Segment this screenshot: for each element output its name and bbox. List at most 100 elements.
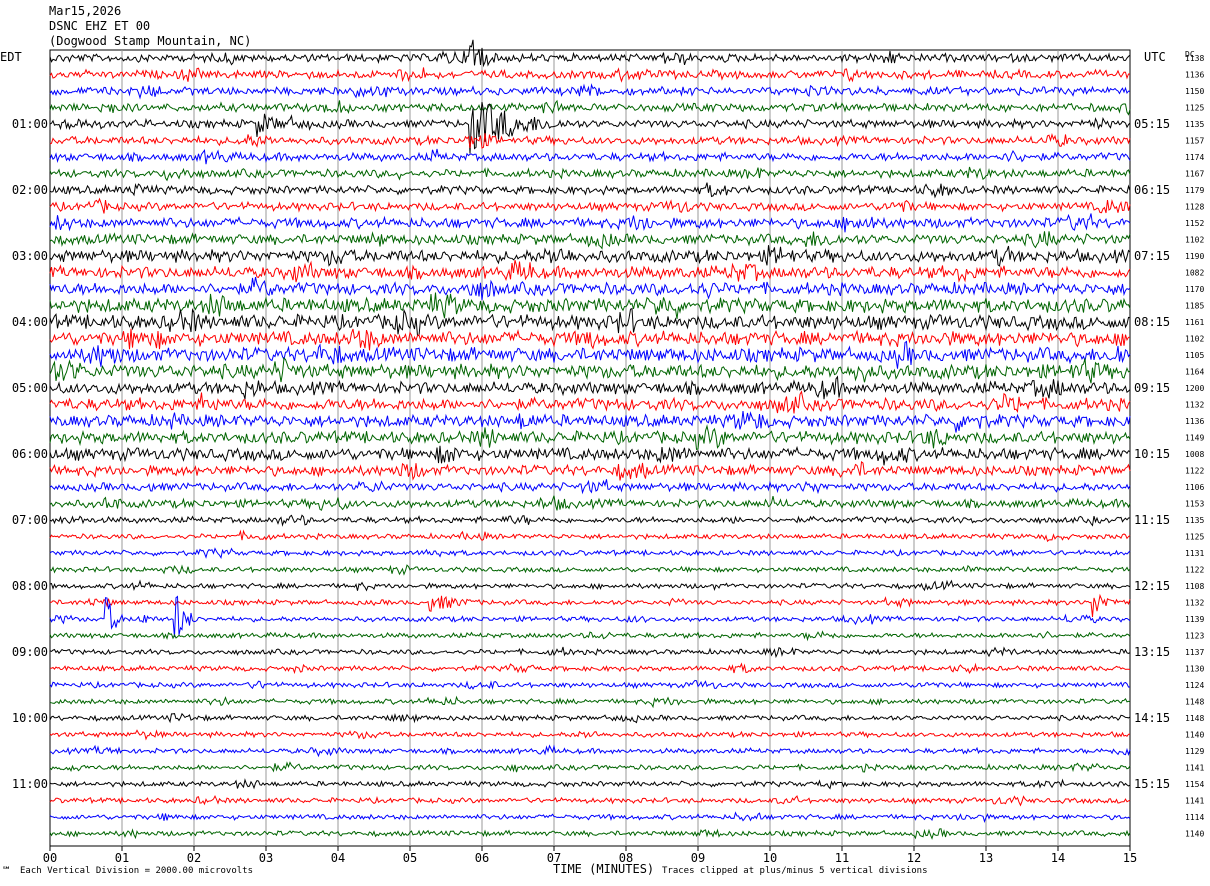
dc-offset-label: 1130 xyxy=(1185,665,1204,674)
dc-offset-label: 1139 xyxy=(1185,615,1204,624)
trace-line xyxy=(49,460,1131,481)
trace-line xyxy=(49,340,1131,369)
trace-line xyxy=(49,646,1131,659)
utc-hour-label: 08:15 xyxy=(1134,315,1170,329)
dc-offset-label: 1150 xyxy=(1185,87,1204,96)
trace-line xyxy=(49,307,1131,337)
utc-hour-label: 12:15 xyxy=(1134,579,1170,593)
trace-line xyxy=(49,744,1131,758)
utc-hour-label: 10:15 xyxy=(1134,447,1170,461)
edt-hour-label: 05:00 xyxy=(12,381,48,395)
x-tick-label: 04 xyxy=(331,851,345,865)
utc-hour-label: 13:15 xyxy=(1134,645,1170,659)
x-tick-label: 15 xyxy=(1123,851,1137,865)
edt-hour-label: 02:00 xyxy=(12,183,48,197)
x-tick-label: 11 xyxy=(835,851,849,865)
trace-line xyxy=(49,495,1131,511)
dc-offset-label: 1148 xyxy=(1185,714,1204,723)
dc-offset-label: 1185 xyxy=(1185,302,1204,311)
edt-hour-label: 09:00 xyxy=(12,645,48,659)
edt-hour-label: 08:00 xyxy=(12,579,48,593)
dc-offset-label: 1153 xyxy=(1185,500,1204,509)
dc-offset-label: 1135 xyxy=(1185,120,1204,129)
utc-hour-label: 15:15 xyxy=(1134,777,1170,791)
dc-offset-label: 1123 xyxy=(1185,632,1204,641)
trace-line xyxy=(49,245,1131,267)
clip-note: Traces clipped at plus/minus 5 vertical … xyxy=(662,866,928,876)
trace-line xyxy=(49,411,1131,433)
trace-line xyxy=(49,166,1131,182)
trace-line xyxy=(49,445,1131,466)
dc-offset-label: 1141 xyxy=(1185,797,1204,806)
utc-hour-label: 14:15 xyxy=(1134,711,1170,725)
trace-line xyxy=(49,213,1131,233)
x-tick-label: 03 xyxy=(259,851,273,865)
dc-offset-label: 1125 xyxy=(1185,533,1204,542)
x-axis-title: TIME (MINUTES) xyxy=(553,862,655,876)
dc-offset-label: 1131 xyxy=(1185,549,1204,558)
trace-line xyxy=(49,794,1131,807)
utc-hour-label: 11:15 xyxy=(1134,513,1170,527)
trace-line xyxy=(49,83,1131,100)
trace-line xyxy=(49,231,1131,250)
trace-line xyxy=(49,811,1131,823)
utc-hour-label: 07:15 xyxy=(1134,249,1170,263)
trace-line xyxy=(49,828,1131,840)
dc-offset-label: 1135 xyxy=(1185,516,1204,525)
dc-offset-label: 1140 xyxy=(1185,830,1204,839)
dc-offset-label: 1190 xyxy=(1185,252,1204,261)
dc-offset-label: 1124 xyxy=(1185,681,1204,690)
dc-offset-label: 1137 xyxy=(1185,648,1204,657)
dc-offset-label: 1149 xyxy=(1185,434,1204,443)
dc-offset-label: 1170 xyxy=(1185,285,1204,294)
edt-hour-label: 07:00 xyxy=(12,513,48,527)
x-tick-label: 02 xyxy=(187,851,201,865)
edt-hour-label: 01:00 xyxy=(12,117,48,131)
trace-line xyxy=(49,424,1131,451)
dc-offset-label: 1148 xyxy=(1185,698,1204,707)
dc-offset-label: 1008 xyxy=(1185,450,1204,459)
dc-offset-label: 1122 xyxy=(1185,467,1204,476)
dc-offset-label: 1082 xyxy=(1185,269,1204,278)
x-tick-label: 01 xyxy=(115,851,129,865)
trace-line xyxy=(49,132,1131,149)
dc-offset-label: 1179 xyxy=(1185,186,1204,195)
dc-offset-label: 1128 xyxy=(1185,203,1204,212)
trace-line xyxy=(49,67,1131,83)
trace-line xyxy=(49,197,1131,214)
trace-line xyxy=(49,595,1131,638)
trace-line xyxy=(49,662,1131,675)
trace-line xyxy=(49,529,1131,543)
scale-note: Each Vertical Division = 2000.00 microvo… xyxy=(20,866,253,876)
edt-hour-label: 10:00 xyxy=(12,711,48,725)
dc-offset-label: 1136 xyxy=(1185,71,1204,80)
trace-group xyxy=(49,39,1131,840)
x-tick-label: 10 xyxy=(763,851,777,865)
trace-line xyxy=(49,579,1131,592)
dc-offset-label: 1132 xyxy=(1185,599,1204,608)
footer-mark: ℠ xyxy=(2,866,12,876)
dc-offset-label: 1108 xyxy=(1185,582,1204,591)
trace-line xyxy=(49,259,1131,283)
trace-line xyxy=(49,695,1131,709)
dc-offset-label: 1136 xyxy=(1185,417,1204,426)
dc-offset-label: 1129 xyxy=(1185,747,1204,756)
dc-offset-label: 1152 xyxy=(1185,219,1204,228)
dc-offset-label: 1200 xyxy=(1185,384,1204,393)
trace-line xyxy=(49,328,1131,351)
plot-frame xyxy=(49,49,1131,847)
edt-hour-label: 06:00 xyxy=(12,447,48,461)
utc-axis-label: UTC xyxy=(1144,50,1166,64)
trace-line xyxy=(49,761,1131,773)
trace-line xyxy=(50,593,1131,618)
dc-offset-label: 1102 xyxy=(1185,335,1204,344)
dc-offset-label: 1106 xyxy=(1185,483,1204,492)
edt-hour-label: 04:00 xyxy=(12,315,48,329)
utc-hour-label: 09:15 xyxy=(1134,381,1170,395)
utc-hour-label: 06:15 xyxy=(1134,183,1170,197)
dc-column-label: DC xyxy=(1185,50,1195,59)
trace-line xyxy=(49,679,1131,690)
dc-offset-label: 1105 xyxy=(1185,351,1204,360)
trace-line xyxy=(49,148,1131,165)
trace-line xyxy=(49,514,1131,527)
